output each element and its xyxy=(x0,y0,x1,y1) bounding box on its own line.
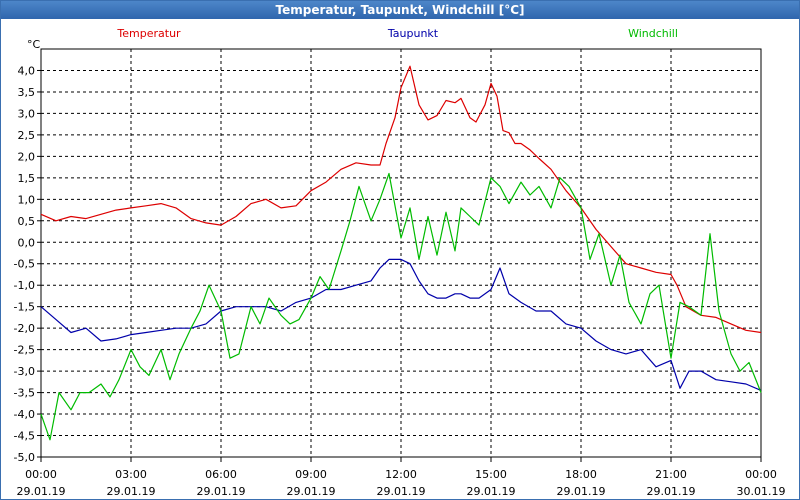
legend-item-taupunkt: Taupunkt xyxy=(387,27,439,40)
y-tick-label: -0,5 xyxy=(14,258,35,271)
legend-item-temperatur: Temperatur xyxy=(116,27,181,40)
x-tick-date-label: 29.01.19 xyxy=(647,485,696,498)
chart-window: Temperatur, Taupunkt, Windchill [°C] 4,0… xyxy=(0,0,800,500)
y-tick-label: 3,0 xyxy=(18,107,36,120)
y-tick-label: 2,5 xyxy=(18,129,36,142)
x-tick-time-label: 00:00 xyxy=(25,468,57,481)
y-tick-label: 3,5 xyxy=(18,86,36,99)
y-tick-label: -1,5 xyxy=(14,301,35,314)
y-tick-label: 1,0 xyxy=(18,193,36,206)
x-tick-time-label: 06:00 xyxy=(205,468,237,481)
y-tick-label: -4,0 xyxy=(14,408,35,421)
x-tick-date-label: 29.01.19 xyxy=(197,485,246,498)
chart-title: Temperatur, Taupunkt, Windchill [°C] xyxy=(1,1,799,19)
x-tick-date-label: 29.01.19 xyxy=(557,485,606,498)
y-axis-unit-label: °C xyxy=(27,38,41,51)
legend-item-windchill: Windchill xyxy=(628,27,678,40)
x-tick-time-label: 18:00 xyxy=(565,468,597,481)
y-tick-label: -1,0 xyxy=(14,279,35,292)
x-tick-time-label: 21:00 xyxy=(655,468,687,481)
line-chart: 4,0 3,5 3,0 2,5 2,0 1,5 1,0 0,5 0,0 -0,5 -1,0 -1,5 -… xyxy=(14,27,786,498)
y-tick-label: -3,5 xyxy=(14,387,35,400)
y-axis: 4,0 3,5 3,0 2,5 2,0 1,5 1,0 0,5 0,0 -0,5 -1,0 -1,5 -… xyxy=(14,38,41,464)
y-tick-label: -4,5 xyxy=(14,430,35,443)
x-tick-time-label: 00:00 xyxy=(745,468,777,481)
x-tick-date-label: 29.01.19 xyxy=(377,485,426,498)
x-tick-date-label: 29.01.19 xyxy=(107,485,156,498)
x-tick-date-label: 29.01.19 xyxy=(467,485,516,498)
y-tick-label: -2,5 xyxy=(14,344,35,357)
y-tick-label: -2,0 xyxy=(14,322,35,335)
y-tick-label: -5,0 xyxy=(14,451,35,464)
y-tick-label: 0,0 xyxy=(18,236,36,249)
x-tick-date-label: 29.01.19 xyxy=(287,485,336,498)
grid xyxy=(41,49,761,458)
y-tick-label: -3,0 xyxy=(14,365,35,378)
y-tick-label: 4,0 xyxy=(18,64,36,77)
y-tick-label: 2,0 xyxy=(18,150,36,163)
x-tick-time-label: 15:00 xyxy=(475,468,507,481)
legend: Temperatur Taupunkt Windchill xyxy=(116,27,678,40)
x-tick-date-label: 30.01.19 xyxy=(737,485,786,498)
x-tick-time-label: 03:00 xyxy=(115,468,147,481)
y-tick-label: 1,5 xyxy=(18,172,36,185)
x-tick-time-label: 09:00 xyxy=(295,468,327,481)
x-tick-time-label: 12:00 xyxy=(385,468,417,481)
x-axis: 00:00 29.01.19 03:00 29.01.19 06:00 29.01.19 0… xyxy=(17,457,786,498)
y-tick-label: 0,5 xyxy=(18,215,36,228)
x-tick-date-label: 29.01.19 xyxy=(17,485,66,498)
